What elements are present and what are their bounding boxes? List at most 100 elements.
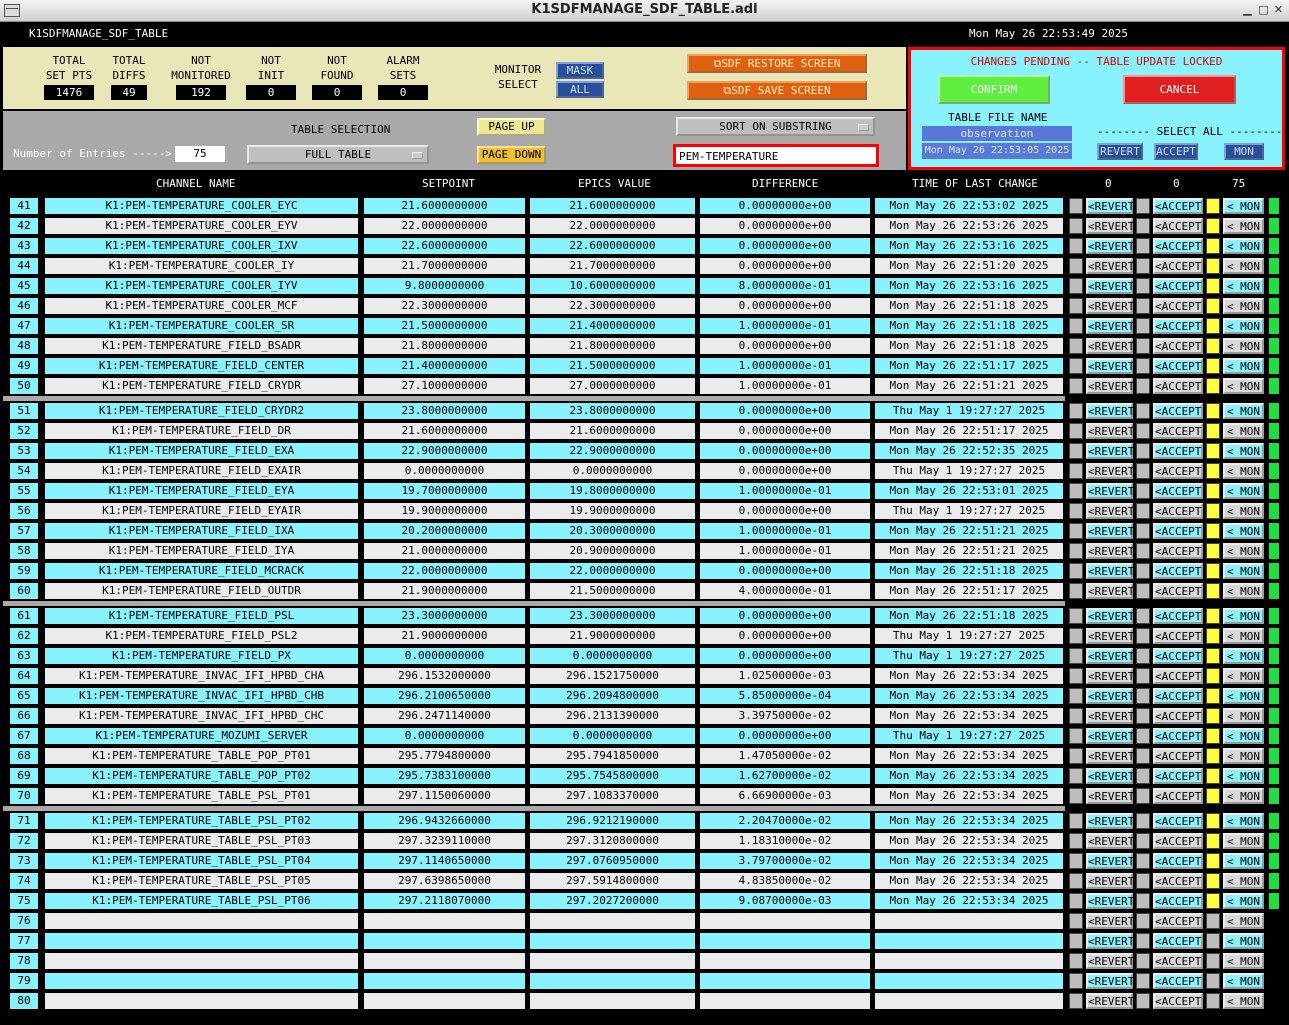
- accept-button[interactable]: <ACCEPT: [1153, 423, 1203, 439]
- revert-checkbox[interactable]: [1069, 278, 1083, 294]
- monitor-status-indicator[interactable]: [1206, 833, 1220, 849]
- maximize-icon[interactable]: □: [1257, 4, 1270, 17]
- monitor-status-indicator[interactable]: [1206, 338, 1220, 354]
- revert-checkbox[interactable]: [1069, 668, 1083, 684]
- accept-button[interactable]: <ACCEPT: [1153, 708, 1203, 724]
- accept-button[interactable]: <ACCEPT: [1153, 218, 1203, 234]
- monitor-status-indicator[interactable]: [1206, 318, 1220, 334]
- accept-button[interactable]: <ACCEPT: [1153, 523, 1203, 539]
- confirm-button[interactable]: CONFIRM: [938, 75, 1050, 104]
- accept-checkbox[interactable]: [1136, 973, 1150, 989]
- accept-checkbox[interactable]: [1136, 378, 1150, 394]
- revert-checkbox[interactable]: [1069, 768, 1083, 784]
- revert-button[interactable]: <REVERT: [1086, 278, 1134, 294]
- accept-button[interactable]: <ACCEPT: [1153, 668, 1203, 684]
- page-up-button[interactable]: PAGE UP: [477, 118, 546, 136]
- mon-button[interactable]: < MON: [1223, 358, 1264, 374]
- revert-checkbox[interactable]: [1069, 893, 1083, 909]
- accept-button[interactable]: <ACCEPT: [1153, 853, 1203, 869]
- accept-checkbox[interactable]: [1136, 953, 1150, 969]
- page-down-button[interactable]: PAGE DOWN: [477, 146, 546, 164]
- accept-checkbox[interactable]: [1136, 403, 1150, 419]
- mon-button[interactable]: < MON: [1223, 993, 1264, 1009]
- monitor-status-indicator[interactable]: [1206, 463, 1220, 479]
- revert-checkbox[interactable]: [1069, 198, 1083, 214]
- monitor-status-indicator[interactable]: [1206, 278, 1220, 294]
- monitor-status-indicator[interactable]: [1206, 628, 1220, 644]
- mon-button[interactable]: < MON: [1223, 873, 1264, 889]
- accept-checkbox[interactable]: [1136, 813, 1150, 829]
- monitor-status-indicator[interactable]: [1206, 523, 1220, 539]
- revert-checkbox[interactable]: [1069, 873, 1083, 889]
- revert-button[interactable]: <REVERT: [1086, 463, 1134, 479]
- revert-button[interactable]: <REVERT: [1086, 833, 1134, 849]
- revert-button[interactable]: <REVERT: [1086, 543, 1134, 559]
- revert-button[interactable]: <REVERT: [1086, 728, 1134, 744]
- monitor-status-indicator[interactable]: [1206, 608, 1220, 624]
- mon-button[interactable]: < MON: [1223, 608, 1264, 624]
- revert-checkbox[interactable]: [1069, 648, 1083, 664]
- accept-button[interactable]: <ACCEPT: [1153, 278, 1203, 294]
- monitor-status-indicator[interactable]: [1206, 993, 1220, 1009]
- accept-checkbox[interactable]: [1136, 708, 1150, 724]
- revert-checkbox[interactable]: [1069, 748, 1083, 764]
- monitor-status-indicator[interactable]: [1206, 423, 1220, 439]
- revert-button[interactable]: <REVERT: [1086, 748, 1134, 764]
- accept-button[interactable]: <ACCEPT: [1153, 688, 1203, 704]
- accept-button[interactable]: <ACCEPT: [1153, 728, 1203, 744]
- accept-button[interactable]: <ACCEPT: [1153, 378, 1203, 394]
- monitor-status-indicator[interactable]: [1206, 378, 1220, 394]
- monitor-status-indicator[interactable]: [1206, 358, 1220, 374]
- monitor-status-indicator[interactable]: [1206, 768, 1220, 784]
- monitor-status-indicator[interactable]: [1206, 953, 1220, 969]
- mon-button[interactable]: < MON: [1223, 278, 1264, 294]
- revert-button[interactable]: <REVERT: [1086, 853, 1134, 869]
- accept-button[interactable]: <ACCEPT: [1153, 953, 1203, 969]
- sdf-restore-screen-button[interactable]: ⧉SDF RESTORE SCREEN: [687, 54, 867, 73]
- accept-button[interactable]: <ACCEPT: [1153, 973, 1203, 989]
- monitor-status-indicator[interactable]: [1206, 218, 1220, 234]
- minimize-icon[interactable]: ▁: [1241, 4, 1254, 17]
- revert-button[interactable]: <REVERT: [1086, 933, 1134, 949]
- monitor-status-indicator[interactable]: [1206, 583, 1220, 599]
- revert-button[interactable]: <REVERT: [1086, 403, 1134, 419]
- mon-button[interactable]: < MON: [1223, 973, 1264, 989]
- mon-button[interactable]: < MON: [1223, 218, 1264, 234]
- revert-checkbox[interactable]: [1069, 813, 1083, 829]
- sdf-save-screen-button[interactable]: ⧉SDF SAVE SCREEN: [687, 81, 867, 100]
- accept-checkbox[interactable]: [1136, 628, 1150, 644]
- accept-checkbox[interactable]: [1136, 853, 1150, 869]
- monitor-status-indicator[interactable]: [1206, 788, 1220, 804]
- revert-button[interactable]: <REVERT: [1086, 238, 1134, 254]
- revert-button[interactable]: <REVERT: [1086, 608, 1134, 624]
- accept-button[interactable]: <ACCEPT: [1153, 608, 1203, 624]
- accept-button[interactable]: <ACCEPT: [1153, 833, 1203, 849]
- substring-filter-input[interactable]: PEM-TEMPERATURE: [673, 144, 879, 167]
- accept-button[interactable]: <ACCEPT: [1153, 813, 1203, 829]
- revert-checkbox[interactable]: [1069, 238, 1083, 254]
- accept-button[interactable]: <ACCEPT: [1153, 748, 1203, 764]
- revert-checkbox[interactable]: [1069, 403, 1083, 419]
- accept-checkbox[interactable]: [1136, 423, 1150, 439]
- monitor-status-indicator[interactable]: [1206, 668, 1220, 684]
- monitor-status-indicator[interactable]: [1206, 443, 1220, 459]
- monitor-status-indicator[interactable]: [1206, 813, 1220, 829]
- revert-checkbox[interactable]: [1069, 298, 1083, 314]
- mon-button[interactable]: < MON: [1223, 318, 1264, 334]
- mon-button[interactable]: < MON: [1223, 668, 1264, 684]
- accept-all-button[interactable]: ACCEPT: [1154, 143, 1198, 160]
- mon-button[interactable]: < MON: [1223, 443, 1264, 459]
- accept-button[interactable]: <ACCEPT: [1153, 338, 1203, 354]
- accept-checkbox[interactable]: [1136, 893, 1150, 909]
- accept-button[interactable]: <ACCEPT: [1153, 543, 1203, 559]
- accept-checkbox[interactable]: [1136, 543, 1150, 559]
- monitor-status-indicator[interactable]: [1206, 503, 1220, 519]
- mon-button[interactable]: < MON: [1223, 298, 1264, 314]
- mon-button[interactable]: < MON: [1223, 728, 1264, 744]
- monitor-status-indicator[interactable]: [1206, 973, 1220, 989]
- revert-button[interactable]: <REVERT: [1086, 523, 1134, 539]
- revert-button[interactable]: <REVERT: [1086, 583, 1134, 599]
- revert-button[interactable]: <REVERT: [1086, 198, 1134, 214]
- monitor-status-indicator[interactable]: [1206, 563, 1220, 579]
- monitor-status-indicator[interactable]: [1206, 238, 1220, 254]
